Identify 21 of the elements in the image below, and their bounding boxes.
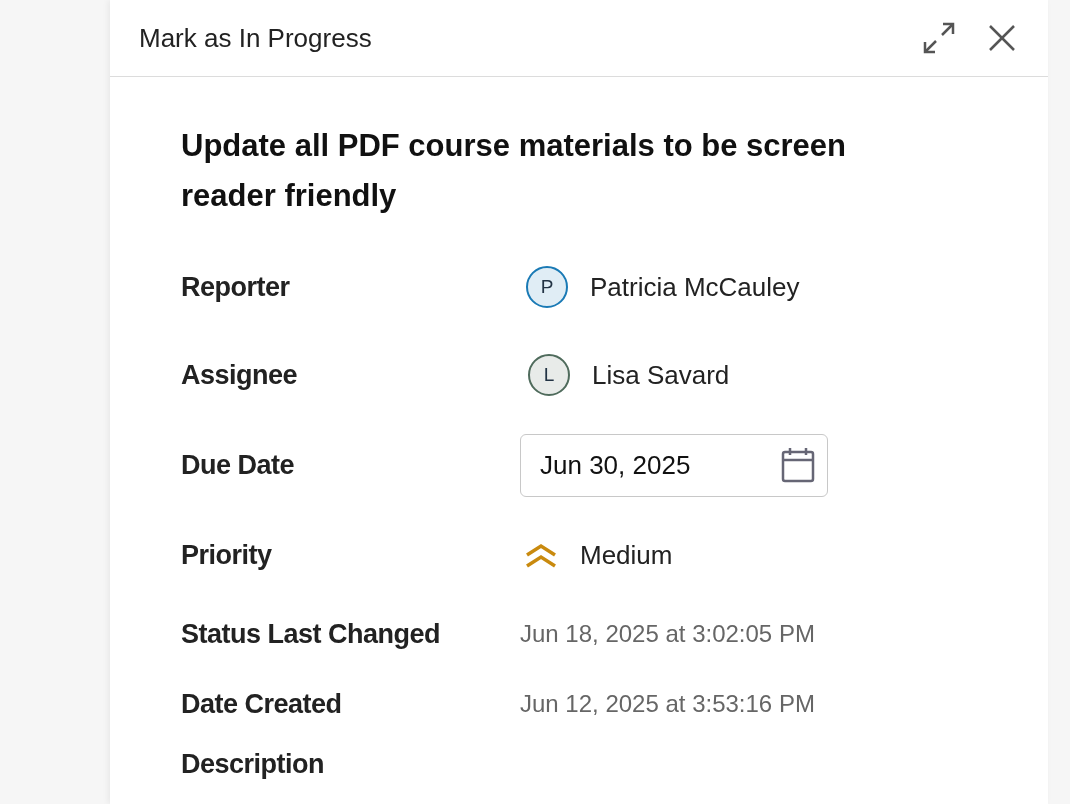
section-label: Description <box>181 749 326 780</box>
priority-value: Medium <box>580 539 673 571</box>
date-field[interactable]: Jun 30, 2025 <box>520 433 828 497</box>
double-chevron-up-icon <box>524 541 558 569</box>
field-label: Status Last Changed <box>181 618 442 650</box>
person-name: Patricia McCauley <box>590 271 800 303</box>
timestamp: Jun 12, 2025 at 3:53:16 PM <box>520 690 816 718</box>
timestamp: Jun 18, 2025 at 3:02:05 PM <box>520 620 816 648</box>
field-label: Priority <box>181 539 273 571</box>
person-name: Lisa Savard <box>592 359 730 391</box>
expand-icon <box>922 21 956 55</box>
avatar: P <box>526 266 568 308</box>
field-label: Reporter <box>181 271 291 303</box>
field-label: Assignee <box>181 359 299 391</box>
task-title: Update all PDF course materials to be screen reader friendly <box>181 127 848 215</box>
calendar-icon <box>781 447 815 483</box>
avatar: L <box>528 354 570 396</box>
panel-title: Mark as In Progress <box>139 22 373 54</box>
field-label: Due Date <box>181 449 296 481</box>
close-icon <box>988 24 1016 52</box>
field-label: Date Created <box>181 688 343 720</box>
